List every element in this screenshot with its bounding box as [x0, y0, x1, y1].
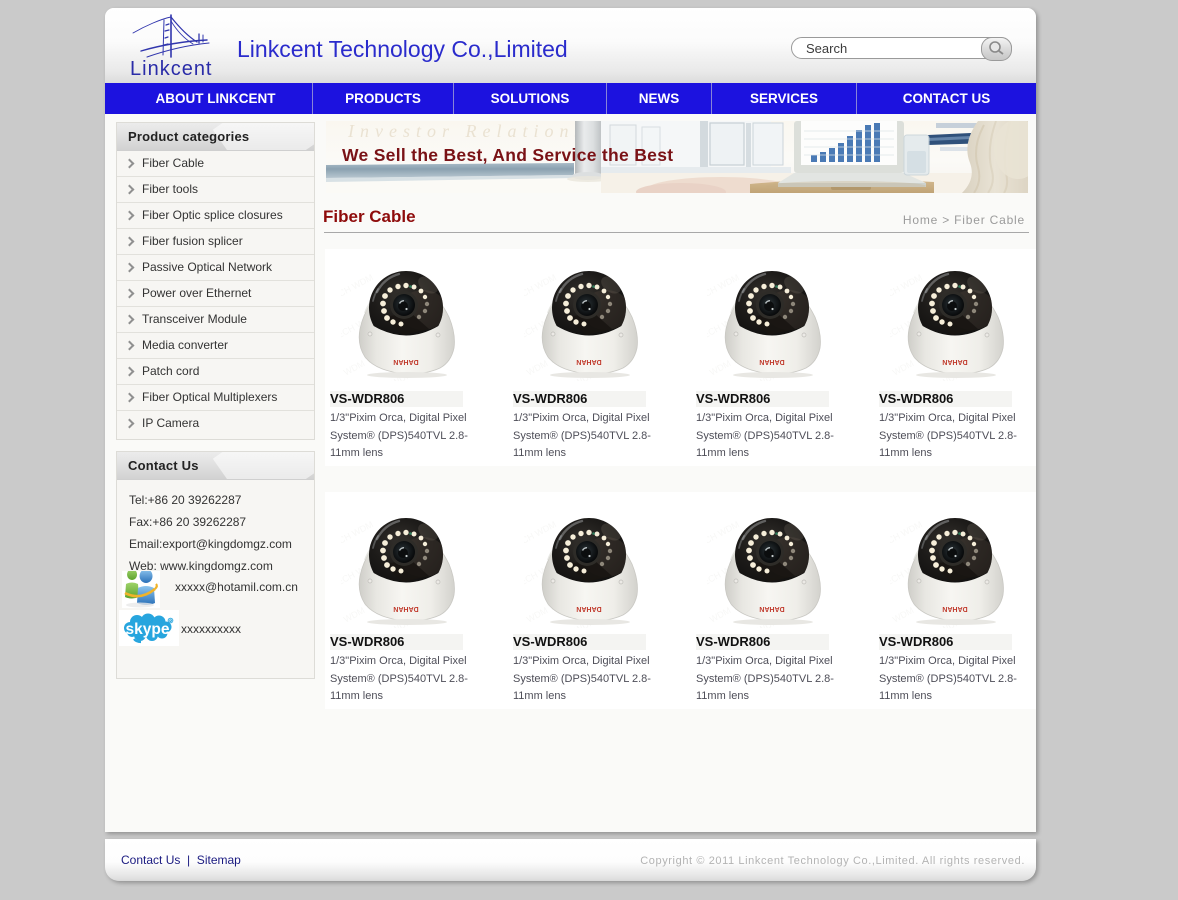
svg-text:skype: skype: [126, 621, 170, 638]
svg-text:DAHAN: DAHAN: [393, 605, 418, 612]
svg-text:We Sell the Best, And Service: We Sell the Best, And Service the Best: [342, 145, 673, 165]
svg-text:DAHAN: DAHAN: [576, 358, 601, 365]
svg-text:DAHAN: DAHAN: [576, 605, 601, 612]
svg-text:Investor Relations: Investor Relations: [347, 121, 587, 141]
svg-text:DAHAN: DAHAN: [942, 358, 967, 365]
svg-text:DAHAN: DAHAN: [393, 358, 418, 365]
svg-text:DAHAN: DAHAN: [759, 605, 784, 612]
svg-text:®: ®: [168, 618, 173, 625]
svg-text:DAHAN: DAHAN: [942, 605, 967, 612]
svg-text:DAHAN: DAHAN: [759, 358, 784, 365]
